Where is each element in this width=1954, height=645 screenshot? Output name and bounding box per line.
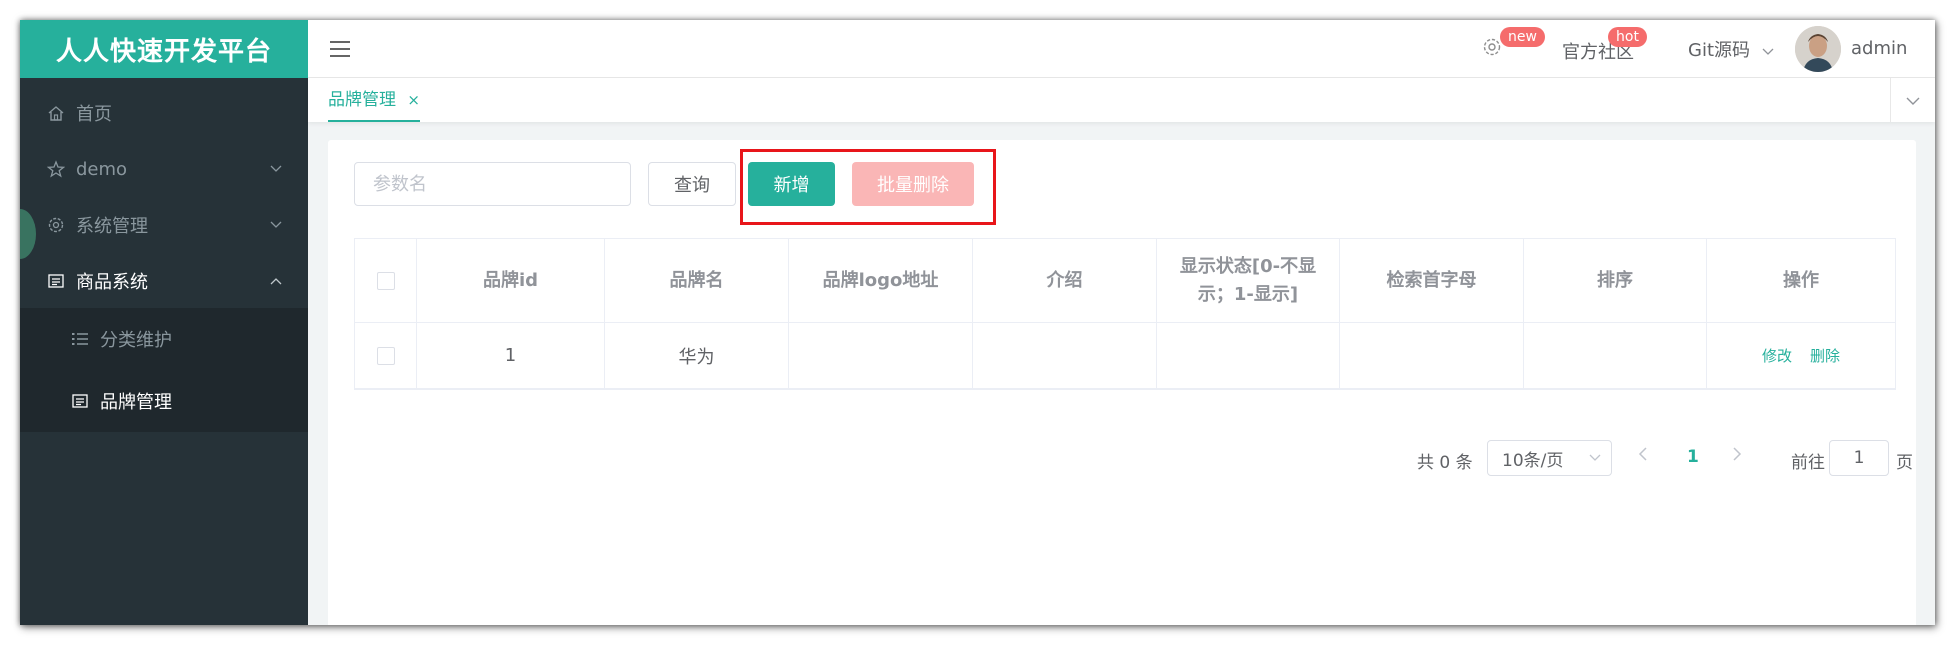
select-all-checkbox[interactable] (376, 271, 395, 290)
column-header[interactable]: 显示状态[0-不显 示；1-显示] (1157, 239, 1340, 322)
page-size-select[interactable]: 10条/页 (1487, 440, 1612, 476)
cell-show-status (1157, 323, 1340, 388)
table-header-row: 品牌id 品牌名 品牌logo地址 介绍 显示状态[0-不显 示；1-显示] 检… (355, 239, 1895, 323)
column-header[interactable]: 检索首字母 (1340, 239, 1524, 322)
chevron-down-icon (270, 218, 282, 232)
page-size-value: 10条/页 (1502, 450, 1564, 471)
avatar[interactable] (1795, 26, 1841, 72)
sidebar-subitem-label: 分类维护 (100, 330, 172, 351)
column-header[interactable]: 品牌名 (605, 239, 789, 322)
column-header-line: 示；1-显示] (1197, 283, 1299, 305)
cell-actions: 修改 删除 (1707, 323, 1895, 388)
gear-icon (1481, 38, 1503, 63)
column-header[interactable]: 品牌id (417, 239, 605, 322)
goto-label: 前往 (1791, 453, 1825, 473)
sidebar-subitem-label: 品牌管理 (100, 392, 172, 413)
delete-link[interactable]: 删除 (1810, 345, 1840, 366)
search-input[interactable] (354, 162, 631, 206)
query-button[interactable]: 查询 (648, 162, 736, 206)
list-icon (70, 329, 90, 349)
row-checkbox[interactable] (376, 346, 395, 365)
goto-suffix: 页 (1896, 453, 1913, 473)
sidebar-item-label: demo (76, 158, 128, 180)
content-card: 查询 新增 批量删除 品牌id 品牌名 品牌logo地址 介绍 显示状态[0-不… (328, 140, 1916, 625)
tabs-bar: 品牌管理 × (308, 78, 1935, 122)
pagination-total: 共 0 条 (1417, 453, 1473, 473)
sidebar-item-label: 商品系统 (76, 272, 148, 293)
star-icon (46, 159, 66, 179)
cell-brand-logo (789, 323, 973, 388)
git-source-menu[interactable]: Git源码 (1688, 36, 1774, 62)
pagination: 共 0 条 10条/页 1 前往 页 (328, 440, 1916, 478)
page-number[interactable]: 1 (1687, 447, 1699, 467)
sidebar-subitem-category[interactable]: 分类维护 (20, 308, 308, 370)
close-icon[interactable]: × (407, 91, 420, 109)
submenu: 分类维护 品牌管理 (20, 308, 308, 432)
home-icon (46, 103, 66, 123)
sidebar-item-label: 系统管理 (76, 216, 148, 237)
table-row: 1 华为 修改 删除 (355, 323, 1895, 389)
cell-brand-name: 华为 (605, 323, 789, 388)
new-badge: new (1500, 27, 1545, 47)
cell-brand-id: 1 (417, 323, 605, 388)
add-button[interactable]: 新增 (748, 162, 835, 206)
chevron-down-icon (1762, 40, 1774, 61)
cell-intro (973, 323, 1157, 388)
column-header[interactable]: 排序 (1524, 239, 1707, 322)
chevron-down-icon (1589, 447, 1601, 467)
brand-table: 品牌id 品牌名 品牌logo地址 介绍 显示状态[0-不显 示；1-显示] 检… (354, 238, 1896, 390)
chevron-down-icon (270, 162, 282, 176)
app-logo[interactable]: 人人快速开发平台 (20, 20, 308, 78)
header-checkbox-cell (355, 239, 417, 322)
column-header: 操作 (1783, 269, 1819, 291)
git-label: Git源码 (1688, 40, 1751, 61)
app-window: 人人快速开发平台 首页 demo 系统管理 商品系统 分类维护 品牌管理 new… (20, 20, 1935, 625)
tabs-menu-button[interactable] (1890, 78, 1935, 122)
column-header[interactable]: 品牌logo地址 (789, 239, 973, 322)
edit-link[interactable]: 修改 (1762, 345, 1792, 366)
column-header[interactable]: 介绍 (973, 239, 1157, 322)
sidebar: 首页 demo 系统管理 商品系统 分类维护 品牌管理 (20, 78, 308, 625)
gear-icon (46, 215, 66, 235)
hot-badge: hot (1608, 27, 1647, 47)
chevron-up-icon (270, 274, 282, 288)
row-checkbox-cell (355, 323, 417, 388)
goto-page-input[interactable] (1829, 440, 1889, 476)
cell-sort (1524, 323, 1707, 388)
top-header: new 官方社区 hot Git源码 admin (308, 20, 1935, 78)
sidebar-subitem-brand[interactable]: 品牌管理 (20, 370, 308, 432)
sidebar-item-product-system[interactable]: 商品系统 (20, 246, 308, 316)
batch-delete-button[interactable]: 批量删除 (852, 162, 974, 206)
chevron-down-icon (1906, 91, 1920, 110)
tab-label: 品牌管理 (328, 90, 396, 110)
list-box-icon (70, 391, 90, 411)
column-header-line: 显示状态[0-不显 (1179, 255, 1317, 277)
next-page-button[interactable] (1732, 446, 1742, 466)
prev-page-button[interactable] (1638, 446, 1648, 466)
username[interactable]: admin (1851, 38, 1907, 59)
sidebar-item-label: 首页 (76, 104, 112, 125)
cell-first-letter (1340, 323, 1524, 388)
menu-toggle-icon[interactable] (330, 38, 352, 60)
tab-brand-management[interactable]: 品牌管理 × (328, 78, 420, 122)
list-box-icon (46, 271, 66, 291)
